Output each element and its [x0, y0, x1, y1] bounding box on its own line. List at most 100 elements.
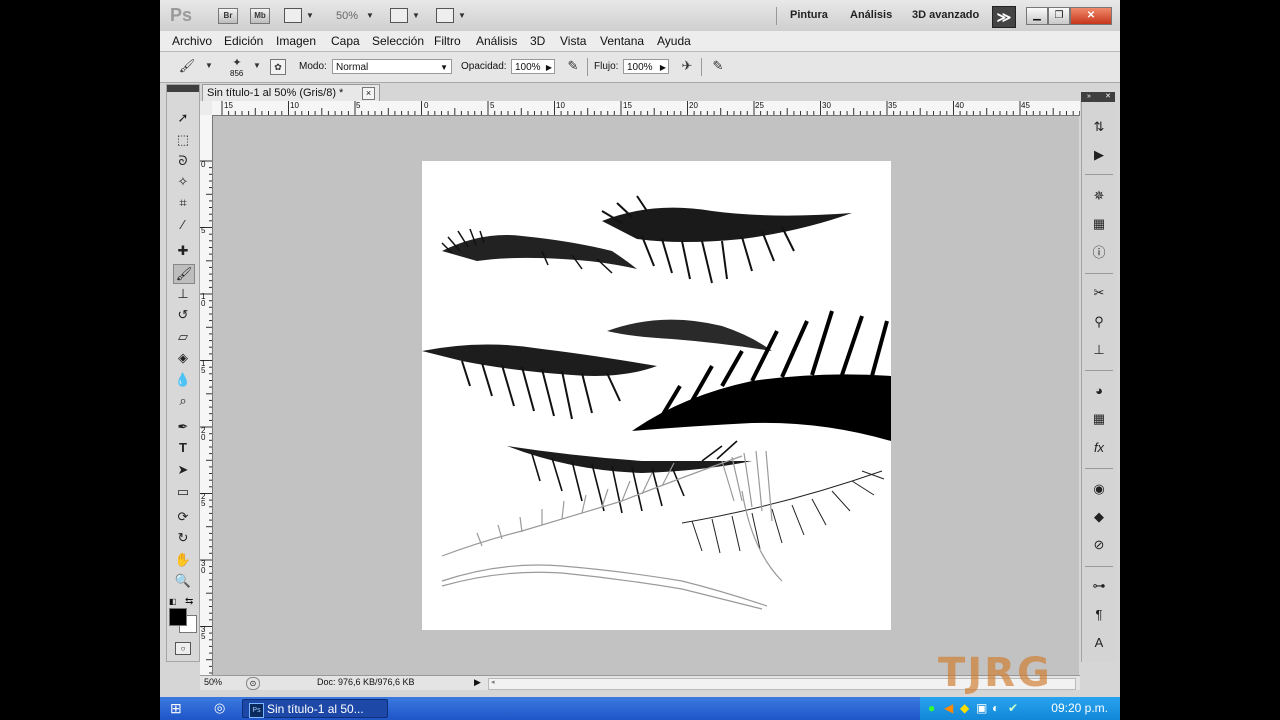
mode-select[interactable]: Normal ▼ [332, 59, 452, 74]
security-icon[interactable]: ◆ [960, 701, 969, 715]
blur-tool-icon[interactable]: 💧 [173, 371, 193, 389]
collapse-dock-icon[interactable]: » [1087, 92, 1091, 102]
tablet-pressure-size-icon[interactable]: ✎ [709, 57, 727, 75]
tray-app-icon[interactable]: ▣ [976, 701, 987, 715]
menu-imagen[interactable]: Imagen [276, 34, 316, 48]
bridge-button[interactable]: Br [218, 8, 238, 24]
swap-colors-icon[interactable]: ⇆ [185, 596, 193, 607]
3d-orbit-tool-icon[interactable]: ↻ [173, 529, 193, 547]
clone-stamp-tool-icon[interactable]: ⊥ [173, 285, 193, 303]
document-close-icon[interactable]: × [362, 87, 375, 100]
zoom-tool-icon[interactable]: 🔍 [173, 572, 193, 590]
swatches-panel-icon[interactable]: ▦ [1090, 410, 1108, 428]
horizontal-ruler[interactable]: 15 10 5 0 5 10 15 20 25 30 35 40 45 [212, 101, 1080, 116]
extras-caret-icon[interactable]: ▼ [306, 11, 314, 20]
dodge-tool-icon[interactable]: ⌕ [173, 392, 193, 410]
character-panel-icon[interactable]: A [1090, 634, 1108, 652]
styles-panel-icon[interactable]: fx [1090, 439, 1108, 457]
paths-panel-icon[interactable]: ⊶ [1090, 577, 1108, 595]
workspace-pintura[interactable]: Pintura [790, 9, 828, 21]
actions-panel-icon[interactable]: ▶ [1090, 146, 1108, 164]
workspace-analisis[interactable]: Análisis [850, 9, 892, 21]
more-workspaces-button[interactable]: ≫ [992, 6, 1016, 28]
restore-icon[interactable]: ❐ [1048, 7, 1070, 25]
layers-panel-icon[interactable]: ◆ [1090, 508, 1108, 526]
menu-3d[interactable]: 3D [530, 34, 545, 48]
menu-filtro[interactable]: Filtro [434, 34, 461, 48]
extras-icon[interactable] [284, 8, 302, 23]
shape-tool-icon[interactable]: ▭ [173, 483, 193, 501]
tray-app-icon[interactable]: ◐ [992, 701, 999, 715]
arrange-caret-icon[interactable]: ▼ [412, 11, 420, 20]
flow-slider-arrow-icon[interactable]: ▶ [660, 60, 666, 75]
menu-edicion[interactable]: Edición [224, 34, 263, 48]
brush-picker-caret-icon[interactable]: ▼ [248, 57, 266, 75]
opacity-input[interactable]: 100% ▶ [511, 59, 555, 74]
status-info-icon[interactable]: ⊙ [246, 677, 260, 690]
masks-panel-icon[interactable]: ⊘ [1090, 536, 1108, 554]
taskbar-clock[interactable]: 09:20 p.m. [1051, 701, 1108, 715]
history-panel-icon[interactable]: ⇅ [1090, 118, 1108, 136]
brush-tool-preset-icon[interactable]: 🖌 [178, 57, 196, 75]
zoom-level-display[interactable]: 50% [336, 10, 358, 22]
opacity-slider-arrow-icon[interactable]: ▶ [546, 60, 552, 75]
zoom-caret-icon[interactable]: ▼ [366, 11, 374, 20]
screen-mode-caret-icon[interactable]: ▼ [458, 11, 466, 20]
clone-source-panel-icon[interactable]: ⊥ [1090, 341, 1108, 359]
brush-presets-panel-icon[interactable]: ✂ [1090, 284, 1108, 302]
start-button[interactable]: ⊞ [170, 700, 200, 717]
tray-app-icon[interactable]: ✔ [1008, 701, 1018, 715]
close-icon[interactable]: ✕ [1070, 7, 1112, 25]
arrange-documents-icon[interactable] [390, 8, 408, 23]
histogram-panel-icon[interactable]: ▦ [1090, 215, 1108, 233]
volume-icon[interactable]: ◀ [944, 701, 953, 715]
move-tool-icon[interactable]: ➚ [173, 109, 193, 127]
panel-dock-header[interactable]: » ✕ [1081, 92, 1115, 102]
quick-selection-tool-icon[interactable]: ✧ [173, 173, 193, 191]
ruler-origin[interactable] [200, 101, 212, 115]
mode-caret-icon[interactable]: ▼ [440, 60, 448, 75]
document-canvas[interactable] [422, 161, 891, 630]
minimize-icon[interactable]: ▁ [1026, 7, 1048, 25]
eyedropper-tool-icon[interactable]: ⁄ [173, 216, 193, 234]
brush-tool-icon[interactable]: 🖌 [173, 264, 195, 284]
status-menu-arrow-icon[interactable]: ▶ [474, 677, 481, 688]
status-zoom-value[interactable]: 50% [204, 677, 222, 687]
adjustments-panel-icon[interactable]: ◉ [1090, 480, 1108, 498]
quick-launch-icon[interactable]: ◎ [214, 700, 225, 716]
default-colors-icon[interactable]: ◧ [169, 597, 178, 606]
healing-brush-tool-icon[interactable]: ✚ [173, 242, 193, 260]
color-panel-icon[interactable]: ◕ [1090, 382, 1108, 400]
eraser-tool-icon[interactable]: ▱ [173, 328, 193, 346]
menu-ventana[interactable]: Ventana [600, 34, 644, 48]
minibridge-button[interactable]: Mb [250, 8, 270, 24]
menu-seleccion[interactable]: Selección [372, 34, 424, 48]
marquee-tool-icon[interactable]: ⬚ [173, 131, 193, 149]
close-dock-icon[interactable]: ✕ [1105, 92, 1111, 102]
type-tool-icon[interactable]: T [173, 439, 193, 457]
quick-mask-icon[interactable]: ○ [175, 642, 191, 655]
brush-panel-icon[interactable]: ⚲ [1090, 313, 1108, 331]
preset-caret-icon[interactable]: ▼ [200, 57, 218, 75]
workspace-3d-avanzado[interactable]: 3D avanzado [912, 9, 979, 21]
3d-rotate-tool-icon[interactable]: ⟳ [173, 508, 193, 526]
scroll-left-icon[interactable]: ◂ [491, 678, 495, 686]
path-selection-tool-icon[interactable]: ➤ [173, 461, 193, 479]
navigator-panel-icon[interactable]: ✵ [1090, 187, 1108, 205]
network-icon[interactable]: ● [928, 701, 935, 715]
tools-panel-header[interactable] [167, 85, 199, 92]
info-panel-icon[interactable]: ⓘ [1090, 244, 1108, 262]
foreground-color-swatch[interactable] [169, 608, 187, 626]
airbrush-icon[interactable]: ✈ [678, 57, 696, 75]
menu-capa[interactable]: Capa [331, 34, 360, 48]
hand-tool-icon[interactable]: ✋ [173, 551, 193, 569]
lasso-tool-icon[interactable]: ᘐ [173, 152, 193, 170]
menu-analisis[interactable]: Análisis [476, 34, 517, 48]
brush-panel-toggle-icon[interactable]: ✿ [270, 59, 286, 75]
crop-tool-icon[interactable]: ⌗ [173, 194, 193, 212]
pen-tool-icon[interactable]: ✒ [173, 418, 193, 436]
menu-archivo[interactable]: Archivo [172, 34, 212, 48]
screen-mode-icon[interactable] [436, 8, 454, 23]
paint-bucket-tool-icon[interactable]: ◈ [173, 349, 193, 367]
history-brush-tool-icon[interactable]: ↺ [173, 306, 193, 324]
